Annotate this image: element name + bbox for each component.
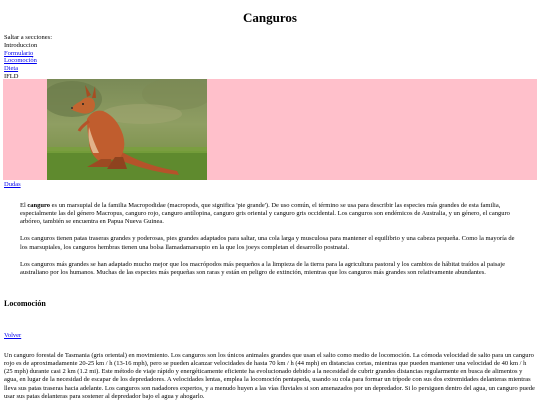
dudas-link[interactable]: Dudas — [4, 181, 21, 188]
locomocion-heading: Locomoción — [4, 299, 46, 308]
hero-banner — [3, 79, 537, 180]
nav-link-formulario[interactable]: Formulario — [4, 50, 33, 57]
intro-paragraph-2: Los canguros tienen patas traseras grand… — [20, 235, 515, 251]
term-canguro: canguro — [27, 202, 51, 209]
intro-article: El canguro es un marsupial de la familia… — [20, 202, 520, 286]
nav-heading: Saltar a secciones: — [4, 34, 53, 41]
intro-paragraph-1: El canguro es un marsupial de la familia… — [20, 202, 510, 226]
locomocion-text: Un canguro forestal de Tasmania (gris or… — [4, 352, 535, 400]
kangaroo-photo — [47, 79, 207, 180]
nav-link-locomocion[interactable]: Locomoción — [4, 57, 37, 64]
nav-link-dieta[interactable]: Dieta — [4, 65, 18, 72]
intro-paragraph-3: Los canguros más grandes se han adaptado… — [20, 260, 505, 276]
page-title: Canguros — [243, 10, 297, 25]
nav-item-introduccion: Introduccion — [4, 41, 38, 49]
volver-link[interactable]: Volver — [4, 332, 21, 339]
section-nav: Saltar a secciones: Introduccion Formula… — [0, 26, 540, 81]
